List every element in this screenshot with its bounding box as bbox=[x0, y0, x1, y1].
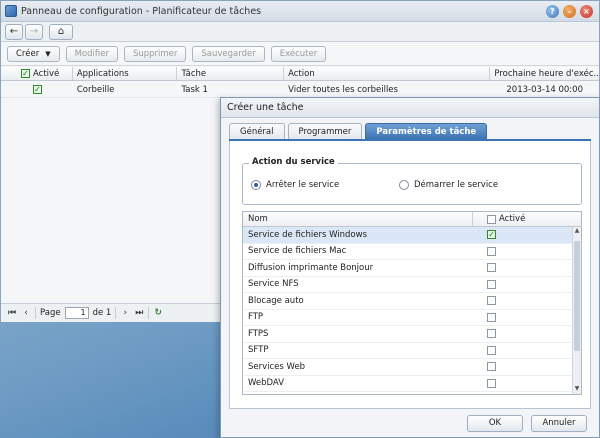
scroll-up-icon[interactable]: ▲ bbox=[573, 227, 581, 236]
dialog-tabs: Général Programmer Paramètres de tâche bbox=[229, 123, 591, 139]
task-settings-panel: Action du service Arrêter le service Dém… bbox=[229, 141, 591, 409]
page-label: Page bbox=[40, 308, 61, 318]
service-enabled-checkbox[interactable] bbox=[487, 378, 496, 388]
services-list: Service de fichiers Windows ✓ Service de… bbox=[243, 227, 581, 392]
col-enabled[interactable]: ✓ Activé bbox=[1, 67, 73, 80]
services-grid: Nom Activé Service de fichiers Windows ✓… bbox=[242, 211, 582, 395]
divider bbox=[148, 307, 150, 319]
tab-general[interactable]: Général bbox=[229, 123, 285, 139]
list-item[interactable]: SFTP bbox=[243, 343, 581, 359]
create-task-dialog: Créer une tâche Général Programmer Param… bbox=[220, 97, 600, 438]
row-action: Vider toutes les corbeilles bbox=[288, 84, 398, 95]
row-enabled-cell: ✓ bbox=[1, 82, 73, 97]
scroll-thumb[interactable] bbox=[574, 241, 580, 351]
service-enabled-checkbox[interactable] bbox=[487, 263, 496, 273]
service-action-legend: Action du service bbox=[249, 157, 338, 167]
service-enabled-checkbox[interactable] bbox=[487, 296, 496, 306]
service-enabled-checkbox[interactable] bbox=[487, 246, 496, 256]
first-page-button[interactable]: ⏮ bbox=[7, 308, 17, 318]
row-application: Corbeille bbox=[76, 84, 115, 95]
select-all-checkbox[interactable]: ✓ bbox=[21, 69, 30, 78]
home-button[interactable]: ⌂ bbox=[49, 23, 73, 40]
service-enabled-checkbox[interactable] bbox=[487, 329, 496, 339]
service-action-group: Action du service Arrêter le service Dém… bbox=[242, 157, 582, 205]
list-item[interactable]: Services Web bbox=[243, 359, 581, 376]
forward-button[interactable]: → bbox=[25, 23, 43, 40]
prev-page-button[interactable]: ‹ bbox=[21, 308, 31, 318]
list-item[interactable]: FTPS bbox=[243, 326, 581, 343]
control-panel-icon bbox=[5, 5, 17, 17]
list-item[interactable]: WebDAV bbox=[243, 376, 581, 392]
radio-start-service[interactable]: Démarrer le service bbox=[399, 180, 498, 190]
service-enabled-checkbox[interactable] bbox=[487, 312, 496, 322]
tab-schedule[interactable]: Programmer bbox=[287, 123, 363, 139]
services-scrollbar[interactable]: ▲ ▼ bbox=[572, 227, 581, 394]
list-item[interactable]: FTP bbox=[243, 310, 581, 326]
service-enabled-checkbox[interactable] bbox=[487, 362, 496, 372]
service-enabled-checkbox[interactable] bbox=[487, 345, 496, 355]
help-icon[interactable]: ? bbox=[546, 5, 559, 18]
col-task[interactable]: Tâche bbox=[177, 67, 285, 80]
refresh-icon[interactable]: ↻ bbox=[153, 308, 163, 318]
radio-stop-service[interactable]: Arrêter le service bbox=[251, 180, 339, 190]
radio-stop-indicator[interactable] bbox=[251, 180, 261, 190]
list-item[interactable]: Blocage auto bbox=[243, 293, 581, 310]
list-item[interactable]: Diffusion imprimante Bonjour bbox=[243, 260, 581, 277]
next-page-button[interactable]: › bbox=[120, 308, 130, 318]
services-select-all-checkbox[interactable] bbox=[487, 214, 496, 224]
create-button-label: Créer bbox=[16, 48, 40, 59]
page-input[interactable]: 1 bbox=[64, 307, 89, 319]
list-item[interactable]: Service de fichiers Mac bbox=[243, 244, 581, 260]
col-action[interactable]: Action bbox=[284, 67, 491, 80]
services-grid-header: Nom Activé bbox=[243, 212, 581, 227]
divider bbox=[115, 307, 117, 319]
col-applications[interactable]: Applications bbox=[73, 67, 178, 80]
close-icon[interactable]: × bbox=[580, 5, 593, 18]
cancel-button[interactable]: Annuler bbox=[531, 414, 587, 432]
toolbar: Créer ▼ Modifier Supprimer Sauvegarder E… bbox=[1, 42, 599, 66]
ok-button[interactable]: OK bbox=[467, 414, 523, 432]
delete-button[interactable]: Supprimer bbox=[123, 45, 187, 62]
service-enabled-checkbox[interactable]: ✓ bbox=[487, 230, 496, 240]
window-title: Panneau de configuration - Planificateur… bbox=[21, 5, 262, 17]
service-enabled-checkbox[interactable] bbox=[487, 279, 496, 289]
pagination-bar: ⏮ ‹ Page 1 de 1 › ⏭ ↻ bbox=[1, 303, 223, 322]
tab-task-settings[interactable]: Paramètres de tâche bbox=[365, 123, 488, 139]
table-row[interactable]: ✓ Corbeille Task 1 Vider toutes les corb… bbox=[1, 82, 599, 98]
col-service-enabled[interactable]: Activé bbox=[473, 212, 573, 226]
col-next-run[interactable]: Prochaine heure d'exéc... bbox=[490, 67, 599, 80]
create-button[interactable]: Créer ▼ bbox=[7, 45, 60, 62]
minimize-icon[interactable]: – bbox=[563, 5, 576, 18]
nav-bar: ← → ⌂ bbox=[1, 22, 599, 42]
scroll-down-icon[interactable]: ▼ bbox=[573, 385, 581, 394]
title-bar: Panneau de configuration - Planificateur… bbox=[1, 1, 599, 22]
radio-start-indicator[interactable] bbox=[399, 180, 409, 190]
row-next-run: 2013-03-14 00:00 bbox=[506, 84, 583, 95]
radio-stop-label: Arrêter le service bbox=[266, 180, 340, 190]
list-item[interactable]: Service de fichiers Windows ✓ bbox=[243, 227, 581, 244]
divider bbox=[35, 307, 36, 319]
chevron-down-icon: ▼ bbox=[45, 49, 51, 58]
task-grid-header: ✓ Activé Applications Tâche Action Proch… bbox=[1, 67, 599, 81]
modify-button[interactable]: Modifier bbox=[65, 45, 118, 62]
list-item[interactable]: Service NFS bbox=[243, 277, 581, 293]
run-button[interactable]: Exécuter bbox=[270, 45, 327, 62]
col-service-name[interactable]: Nom bbox=[243, 212, 473, 226]
dialog-footer: OK Annuler bbox=[221, 409, 599, 437]
save-button[interactable]: Sauvegarder bbox=[192, 45, 265, 62]
row-enabled-checkbox[interactable]: ✓ bbox=[33, 85, 42, 94]
radio-start-label: Démarrer le service bbox=[414, 180, 499, 190]
page-count: de 1 bbox=[92, 308, 112, 318]
last-page-button[interactable]: ⏭ bbox=[134, 308, 144, 318]
row-task: Task 1 bbox=[181, 84, 208, 95]
back-button[interactable]: ← bbox=[5, 23, 23, 40]
dialog-title: Créer une tâche bbox=[221, 98, 599, 118]
